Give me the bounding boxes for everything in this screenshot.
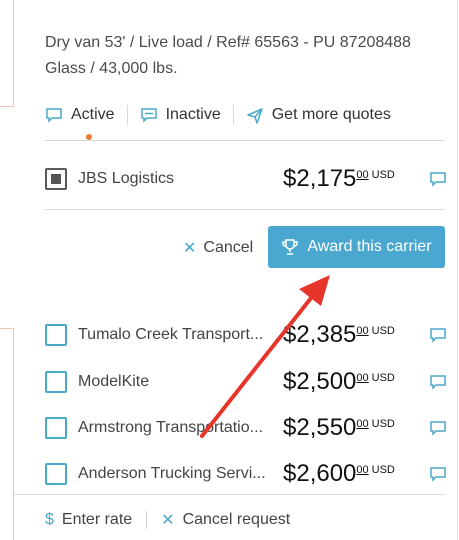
footer-divider [14, 494, 445, 495]
tab-get-more-quotes-label: Get more quotes [271, 106, 391, 123]
panel-frame-bottom [0, 328, 14, 540]
close-icon: ✕ [183, 240, 197, 257]
price-currency: USD [371, 464, 395, 476]
message-icon[interactable] [429, 419, 447, 437]
message-icon[interactable] [429, 170, 447, 188]
carrier-row: Anderson Trucking Servi... $2,600 00 USD [45, 459, 453, 489]
carrier-row: ModelKite $2,500 00 USD [45, 367, 453, 397]
price-currency: USD [371, 325, 395, 337]
trophy-icon [282, 239, 299, 255]
price-amount: $2,550 [283, 414, 357, 441]
tab-active[interactable]: Active [45, 106, 115, 140]
carrier-name: ModelKite [78, 373, 150, 390]
message-icon[interactable] [429, 326, 447, 344]
price-cents: 00 [356, 418, 369, 430]
load-description: Dry van 53' / Live load / Ref# 65563 - P… [45, 34, 411, 77]
price-cents: 00 [356, 169, 369, 181]
send-icon [246, 108, 263, 124]
message-icon[interactable] [429, 465, 447, 483]
cancel-button[interactable]: ✕ Cancel [183, 237, 253, 259]
arrow-head [299, 275, 330, 306]
footer-actions: $ Enter rate ✕ Cancel request [45, 509, 290, 531]
carrier-row: Tumalo Creek Transport... $2,385 00 USD [45, 320, 453, 350]
tab-divider [126, 105, 128, 125]
enter-rate-button[interactable]: Enter rate [62, 511, 132, 529]
cancel-label: Cancel [203, 239, 254, 256]
tab-inactive-label: Inactive [165, 106, 221, 123]
carrier-checkbox[interactable] [45, 324, 67, 346]
price-amount: $2,175 [283, 165, 357, 192]
panel-divider [457, 0, 458, 540]
carrier-price: $2,600 00 USD [283, 459, 395, 489]
carrier-price: $2,175 00 USD [283, 164, 395, 194]
price-cents: 00 [356, 372, 369, 384]
carrier-checkbox[interactable] [45, 168, 67, 190]
tab-divider [232, 105, 234, 125]
dollar-icon: $ [45, 511, 54, 528]
divider [45, 209, 445, 210]
price-currency: USD [371, 418, 395, 430]
price-amount: $2,600 [283, 460, 357, 487]
carrier-checkbox[interactable] [45, 417, 67, 439]
carrier-name: Armstrong Transportatio... [78, 419, 263, 436]
cancel-request-button[interactable]: Cancel request [183, 511, 291, 529]
quote-tabs: Active Inactive Get more quotes [45, 102, 445, 140]
price-cents: 00 [356, 325, 369, 337]
tab-inactive[interactable]: Inactive [140, 106, 221, 124]
award-label: Award this carrier [307, 238, 432, 255]
chat-icon [46, 108, 62, 123]
close-icon: ✕ [161, 512, 175, 529]
award-carrier-button[interactable]: Award this carrier [268, 226, 445, 268]
carrier-price: $2,385 00 USD [283, 320, 395, 350]
carrier-name: Tumalo Creek Transport... [78, 326, 264, 343]
carrier-price: $2,550 00 USD [283, 413, 395, 443]
carrier-checkbox[interactable] [45, 371, 67, 393]
carrier-row: Armstrong Transportatio... $2,550 00 USD [45, 413, 453, 443]
chat-icon [140, 108, 157, 123]
tab-active-label: Active [71, 106, 115, 123]
carrier-checkbox[interactable] [45, 463, 67, 485]
carrier-name: Anderson Trucking Servi... [78, 465, 266, 482]
price-currency: USD [371, 372, 395, 384]
carrier-price: $2,500 00 USD [283, 367, 395, 397]
tab-get-more-quotes[interactable]: Get more quotes [246, 106, 391, 124]
price-amount: $2,385 [283, 321, 357, 348]
price-amount: $2,500 [283, 368, 357, 395]
price-cents: 00 [356, 464, 369, 476]
footer-separator [146, 511, 148, 529]
selected-carrier-row: JBS Logistics $2,175 00 USD [45, 164, 453, 194]
panel-frame-top [0, 0, 14, 107]
price-currency: USD [371, 169, 395, 181]
carrier-name: JBS Logistics [78, 170, 175, 187]
message-icon[interactable] [429, 373, 447, 391]
divider [45, 140, 445, 141]
